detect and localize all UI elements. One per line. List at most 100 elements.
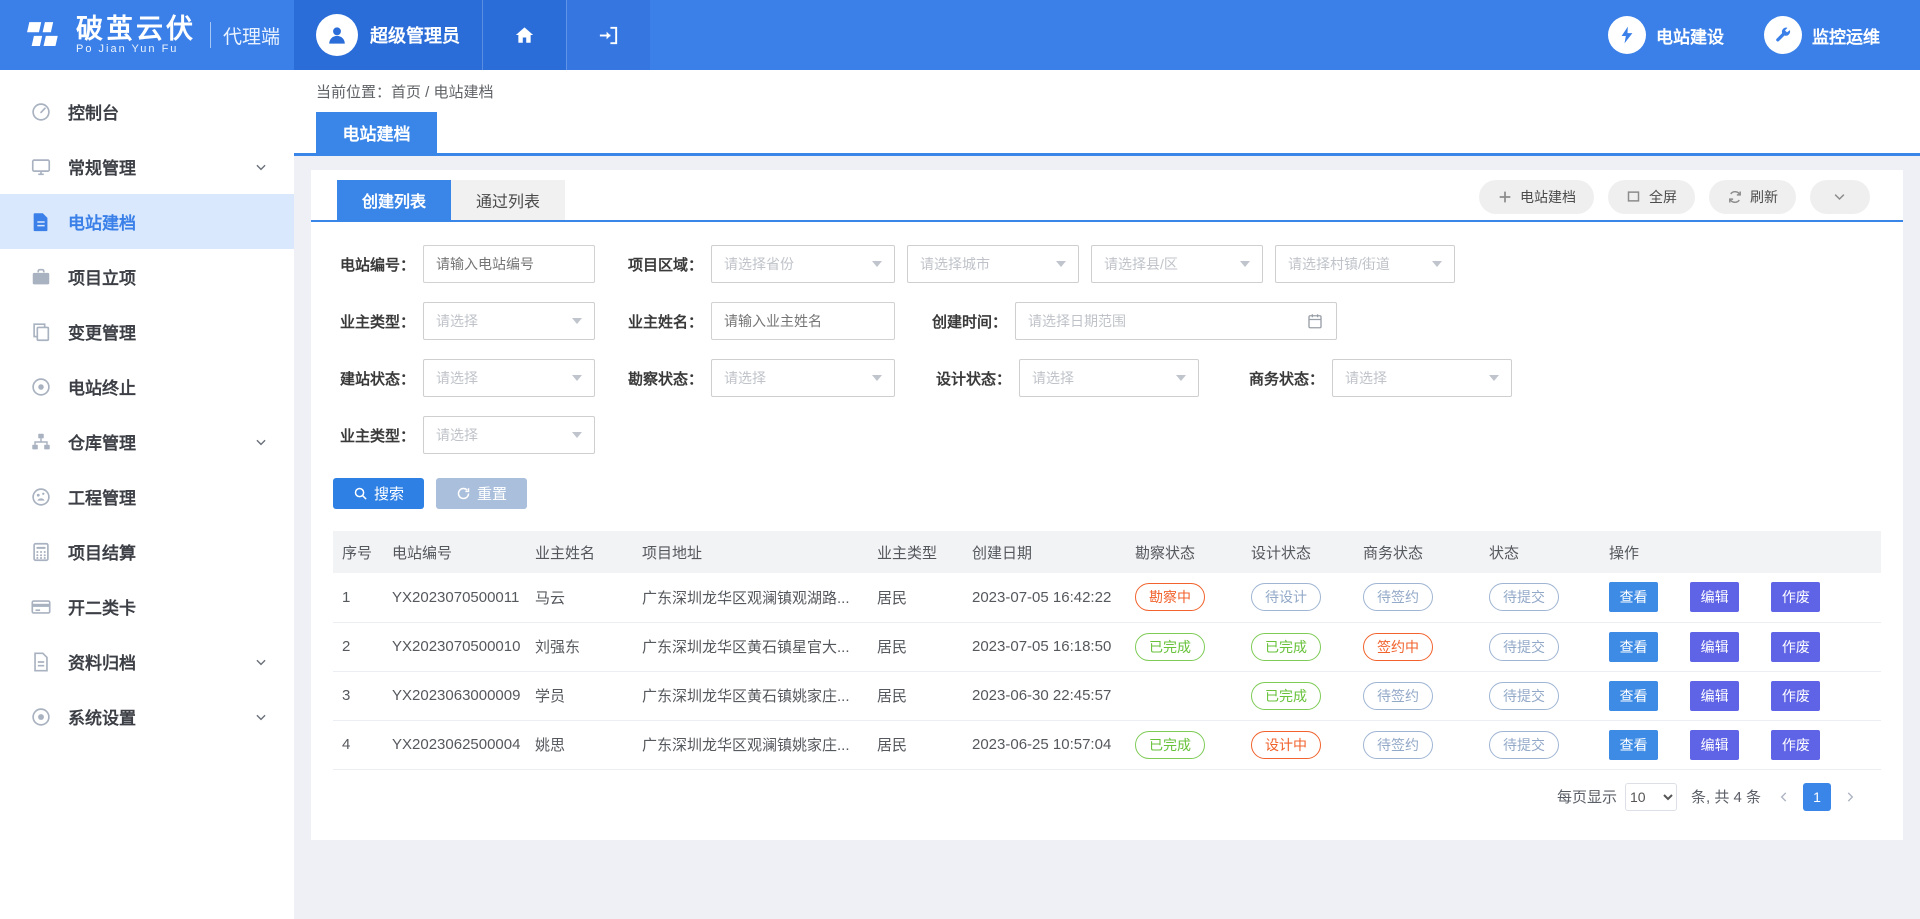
view-button[interactable]: 查看 — [1609, 632, 1658, 662]
reset-icon — [456, 486, 471, 501]
add-station-button[interactable]: 电站建档 — [1479, 180, 1594, 214]
sidebar-item-warehouse-mgmt[interactable]: 仓库管理 — [0, 414, 294, 469]
sidebar-item-station-terminate[interactable]: 电站终止 — [0, 359, 294, 414]
design-status-select[interactable]: 请选择 — [1019, 359, 1199, 397]
user-icon — [324, 22, 350, 48]
edit-button[interactable]: 编辑 — [1690, 632, 1739, 662]
sidebar-item-engineering-mgmt[interactable]: 工程管理 — [0, 469, 294, 524]
table-row: 1 YX2023070500011 马云 广东深圳龙华区观澜镇观湖路... 居民… — [333, 573, 1881, 622]
region-label: 项目区域： — [625, 254, 703, 275]
void-button[interactable]: 作废 — [1771, 681, 1820, 711]
sidebar-item-project-settlement[interactable]: 项目结算 — [0, 524, 294, 579]
per-page-select[interactable]: 10 — [1625, 783, 1677, 811]
view-button[interactable]: 查看 — [1609, 582, 1658, 612]
void-button[interactable]: 作废 — [1771, 730, 1820, 760]
owner-type-label: 业主类型： — [333, 311, 415, 332]
station-code-label: 电站编号： — [333, 254, 415, 275]
search-button[interactable]: 搜索 — [333, 478, 424, 509]
prev-page-button[interactable] — [1771, 783, 1797, 811]
county-select[interactable]: 请选择县/区 — [1091, 245, 1263, 283]
sidebar-item-data-archive[interactable]: 资料归档 — [0, 634, 294, 689]
build-status-label: 建站状态： — [333, 368, 415, 389]
status-badge: 待提交 — [1489, 682, 1559, 710]
chevron-down-icon — [254, 160, 268, 174]
view-button[interactable]: 查看 — [1609, 681, 1658, 711]
status-badge: 待提交 — [1489, 583, 1559, 611]
content-card: 创建列表 通过列表 电站建档 — [311, 170, 1903, 840]
collapse-button[interactable] — [1810, 180, 1870, 214]
caret-down-icon — [1176, 375, 1186, 381]
fullscreen-button[interactable]: 全屏 — [1608, 180, 1695, 214]
owner-type2-select[interactable]: 请选择 — [423, 416, 595, 454]
caret-down-icon — [872, 261, 882, 267]
wrench-icon — [1773, 25, 1793, 45]
reset-button[interactable]: 重置 — [436, 478, 527, 509]
briefcase-icon — [30, 266, 52, 288]
edit-button[interactable]: 编辑 — [1690, 582, 1739, 612]
owner-name-input[interactable] — [711, 302, 895, 340]
sidebar-item-station-archive[interactable]: 电站建档 — [0, 194, 294, 249]
station-table: 序号 电站编号 业主姓名 项目地址 业主类型 创建日期 勘察状态 设计状态 商务… — [333, 531, 1881, 770]
search-icon — [353, 486, 368, 501]
edit-button[interactable]: 编辑 — [1690, 681, 1739, 711]
owner-type2-label: 业主类型： — [333, 425, 415, 446]
tab-create-list[interactable]: 创建列表 — [337, 180, 451, 220]
sidebar-item-console[interactable]: 控制台 — [0, 84, 294, 139]
user-menu[interactable]: 超级管理员 — [294, 0, 482, 70]
create-time-label: 创建时间： — [929, 311, 1007, 332]
sidebar-item-system-settings[interactable]: 系统设置 — [0, 689, 294, 744]
home-button[interactable] — [482, 0, 566, 70]
void-button[interactable]: 作废 — [1771, 632, 1820, 662]
station-code-input[interactable] — [423, 245, 595, 283]
nav-station-build[interactable]: 电站建设 — [1608, 0, 1724, 70]
province-select[interactable]: 请选择省份 — [711, 245, 895, 283]
owner-type-select[interactable]: 请选择 — [423, 302, 595, 340]
brand-name: 破茧云伏 — [76, 15, 196, 43]
sitemap-icon — [30, 431, 52, 453]
status-badge: 已完成 — [1135, 731, 1205, 759]
next-page-button[interactable] — [1837, 783, 1863, 811]
copy-icon — [30, 321, 52, 343]
void-button[interactable]: 作废 — [1771, 582, 1820, 612]
logout-button[interactable] — [566, 0, 650, 70]
survey-status-label: 勘察状态： — [625, 368, 703, 389]
page-number-button[interactable]: 1 — [1803, 783, 1831, 811]
bolt-icon — [1617, 25, 1637, 45]
caret-down-icon — [1432, 261, 1442, 267]
nav-label: 电站建设 — [1656, 23, 1724, 48]
view-button[interactable]: 查看 — [1609, 730, 1658, 760]
sidebar-item-change-mgmt[interactable]: 变更管理 — [0, 304, 294, 359]
sidebar-item-project-approval[interactable]: 项目立项 — [0, 249, 294, 304]
sidebar-item-open-card[interactable]: 开二类卡 — [0, 579, 294, 634]
caret-down-icon — [872, 375, 882, 381]
refresh-button[interactable]: 刷新 — [1709, 180, 1796, 214]
survey-status-select[interactable]: 请选择 — [711, 359, 895, 397]
page-tab-station-archive[interactable]: 电站建档 — [316, 112, 437, 153]
nav-label: 监控运维 — [1812, 23, 1880, 48]
home-icon — [513, 24, 536, 47]
status-badge: 已完成 — [1251, 633, 1321, 661]
fullscreen-icon — [1626, 189, 1642, 205]
breadcrumb-path: 首页 / 电站建档 — [391, 81, 494, 102]
business-status-select[interactable]: 请选择 — [1332, 359, 1512, 397]
sidebar-item-general-mgmt[interactable]: 常规管理 — [0, 139, 294, 194]
tab-passed-list[interactable]: 通过列表 — [451, 180, 565, 220]
status-badge: 待签约 — [1363, 583, 1433, 611]
caret-down-icon — [572, 318, 582, 324]
city-select[interactable]: 请选择城市 — [907, 245, 1079, 283]
build-status-select[interactable]: 请选择 — [423, 359, 595, 397]
caret-down-icon — [1240, 261, 1250, 267]
document-icon — [30, 211, 52, 233]
nav-monitor-ops[interactable]: 监控运维 — [1764, 0, 1880, 70]
status-badge: 签约中 — [1363, 633, 1433, 661]
business-status-label: 商务状态： — [1246, 368, 1324, 389]
status-badge: 待提交 — [1489, 633, 1559, 661]
village-select[interactable]: 请选择村镇/街道 — [1275, 245, 1455, 283]
refresh-icon — [1727, 189, 1743, 205]
caret-down-icon — [572, 432, 582, 438]
edit-button[interactable]: 编辑 — [1690, 730, 1739, 760]
date-range-input[interactable]: 请选择日期范围 — [1015, 302, 1337, 340]
status-badge: 已完成 — [1251, 682, 1321, 710]
status-badge: 已完成 — [1135, 633, 1205, 661]
filter-form: 电站编号： 项目区域： 请选择省份 请选择城市 请选择县/区 请选择村镇/街道 … — [311, 222, 1903, 454]
